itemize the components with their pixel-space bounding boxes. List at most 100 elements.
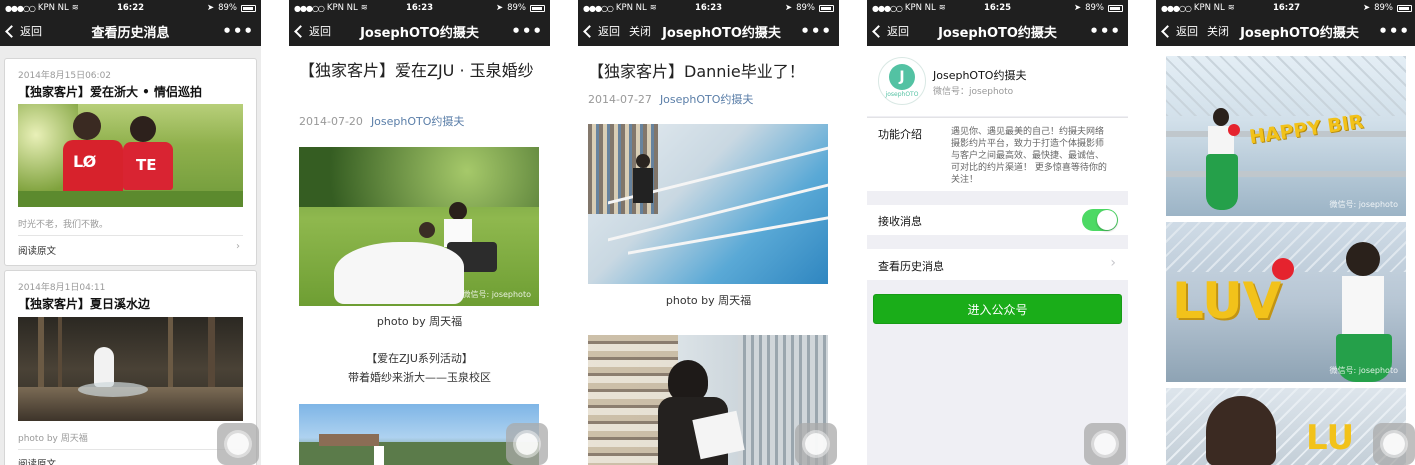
signal-icon: ●●●○○ (5, 3, 36, 13)
article-photo: LU (1166, 388, 1406, 465)
article-author-link[interactable]: JosephOTO约摄夫 (371, 115, 464, 128)
status-bar: ●●●○○ KPN NL ≋ 16:27 ➤ 89% (1156, 0, 1415, 16)
enter-account-button[interactable]: 进入公众号 (873, 294, 1122, 324)
article-screen: ●●●○○ KPN NL ≋ 16:27 ➤ 89% 返回 关闭 JosephO… (1156, 0, 1415, 465)
assistive-touch-button[interactable] (1084, 423, 1126, 465)
signal-icon: ●●●○○ (872, 3, 903, 13)
back-button[interactable]: 返回 (583, 23, 620, 39)
chevron-left-icon (872, 24, 885, 38)
read-more-link[interactable]: 阅读原文 (18, 456, 56, 465)
article-photo: 微信号: josephoto (299, 147, 539, 306)
battery-icon (1108, 4, 1123, 12)
battery-percent: 89% (796, 3, 815, 13)
chevron-right-icon: › (1110, 255, 1116, 271)
article-photo: LUV 微信号: josephoto (1166, 222, 1406, 382)
location-icon: ➤ (1362, 3, 1371, 13)
battery-percent: 89% (507, 3, 526, 13)
article-photo (588, 335, 828, 465)
view-history-row[interactable]: 查看历史消息 › (867, 249, 1128, 280)
account-profile-screen: ●●●○○ KPN NL ≋ 16:25 ➤ 89% 返回 JosephOTO约… (867, 0, 1128, 465)
logo-mark-icon: J (889, 64, 915, 90)
account-logo: J josephOTO (878, 57, 926, 105)
more-button[interactable]: ••• (511, 22, 543, 40)
nav-bar: 返回 关闭 JosephOTO约摄夫 ••• (1156, 16, 1415, 46)
account-name: JosephOTO约摄夫 (933, 69, 1027, 82)
battery-icon (241, 4, 256, 12)
article-title: 【独家客片】Dannie毕业了！ (588, 62, 805, 81)
article-date: 2014-07-27 (588, 93, 652, 106)
receive-messages-toggle[interactable] (1082, 209, 1118, 231)
message-title: 【独家客片】夏日溪水边 (18, 297, 151, 311)
photo-watermark: 微信号: josephoto (462, 290, 531, 299)
intro-section: 功能介绍 遇见你、遇见最美的自己！约摄夫网络摄影约片平台，致力于打造个体摄影师与… (867, 117, 1128, 191)
location-icon: ➤ (784, 3, 793, 13)
back-button[interactable]: 返回 (872, 23, 909, 39)
status-bar: ●●●○○ KPN NL ≋ 16:23 ➤ 89% (578, 0, 839, 16)
battery-icon (819, 4, 834, 12)
wifi-icon: ≋ (649, 3, 657, 13)
assistive-touch-button[interactable] (795, 423, 837, 465)
balloon-letters: HAPPY BIR (1247, 110, 1365, 149)
more-button[interactable]: ••• (222, 22, 254, 40)
photo-caption: photo by 周天福 (665, 294, 752, 307)
assistive-touch-button[interactable] (1373, 423, 1415, 465)
carrier-label: KPN NL (615, 3, 647, 13)
article-meta: 2014-07-27 JosephOTO约摄夫 (588, 91, 753, 107)
article-photo (299, 404, 539, 465)
message-digest: 时光不老，我们不散。 (18, 220, 109, 230)
more-button[interactable]: ••• (1089, 22, 1121, 40)
carrier-label: KPN NL (326, 3, 358, 13)
assistive-touch-button[interactable] (506, 423, 548, 465)
nav-bar: 返回 JosephOTO约摄夫 ••• (289, 16, 550, 46)
back-button[interactable]: 返回 (5, 23, 42, 39)
balloon-letters: LUV (1172, 272, 1282, 330)
body-text: 带着婚纱来浙大——玉泉校区 (348, 371, 491, 384)
photo-watermark: 微信号: josephoto (1329, 366, 1398, 375)
battery-icon (530, 4, 545, 12)
article-meta: 2014-07-20 JosephOTO约摄夫 (299, 113, 464, 129)
chevron-left-icon (5, 24, 18, 38)
article-photo (588, 124, 828, 284)
carrier-label: KPN NL (904, 3, 936, 13)
body-text: 【爱在ZJU系列活动】 (366, 352, 473, 365)
back-button[interactable]: 返回 (1161, 23, 1198, 39)
carrier-label: KPN NL (1193, 3, 1225, 13)
divider (18, 449, 243, 450)
intro-text: 遇见你、遇见最美的自己！约摄夫网络摄影约片平台，致力于打造个体摄影师与客户之间最… (951, 127, 1107, 185)
location-icon: ➤ (1073, 3, 1082, 13)
back-button[interactable]: 返回 (294, 23, 331, 39)
read-more-link[interactable]: 阅读原文 (18, 243, 56, 257)
receive-messages-label: 接收消息 (878, 215, 922, 228)
message-title: 【独家客片】爱在浙大 • 情侣巡拍 (18, 85, 203, 99)
article-date: 2014-07-20 (299, 115, 363, 128)
article-author-link[interactable]: JosephOTO约摄夫 (660, 93, 753, 106)
nav-bar: 返回 JosephOTO约摄夫 ••• (867, 16, 1128, 46)
assistive-touch-button[interactable] (217, 423, 259, 465)
history-screen: ●●●○○ KPN NL ≋ 16:22 ➤ 89% 返回 查看历史消息 •••… (0, 0, 261, 465)
close-button[interactable]: 关闭 (1207, 23, 1229, 39)
signal-icon: ●●●○○ (1161, 3, 1192, 13)
photo-caption: photo by 周天福 (376, 315, 463, 328)
battery-percent: 89% (1374, 3, 1393, 13)
more-button[interactable]: ••• (1378, 22, 1410, 40)
logo-text: josephOTO (885, 91, 919, 98)
nav-bar: 返回 关闭 JosephOTO约摄夫 ••• (578, 16, 839, 46)
intro-label: 功能介绍 (878, 128, 922, 141)
status-bar: ●●●○○ KPN NL ≋ 16:25 ➤ 89% (867, 0, 1128, 16)
message-date: 2014年8月1日04:11 (18, 283, 106, 293)
close-button[interactable]: 关闭 (629, 23, 651, 39)
status-bar: ●●●○○ KPN NL ≋ 16:23 ➤ 89% (289, 0, 550, 16)
view-history-label: 查看历史消息 (878, 260, 944, 273)
battery-icon (1397, 4, 1412, 12)
photo-watermark: 微信号: josephoto (1329, 200, 1398, 209)
message-card[interactable]: 2014年8月15日06:02 【独家客片】爱在浙大 • 情侣巡拍 LØ TE … (4, 58, 257, 266)
back-label: 返回 (1176, 25, 1198, 38)
chevron-right-icon: › (236, 241, 240, 252)
chevron-left-icon (1161, 24, 1174, 38)
battery-percent: 89% (218, 3, 237, 13)
cover-photo: LØ TE (18, 104, 243, 207)
battery-percent: 89% (1085, 3, 1104, 13)
wechat-id: 微信号：josephoto (933, 87, 1014, 97)
more-button[interactable]: ••• (800, 22, 832, 40)
status-bar: ●●●○○ KPN NL ≋ 16:22 ➤ 89% (0, 0, 261, 16)
